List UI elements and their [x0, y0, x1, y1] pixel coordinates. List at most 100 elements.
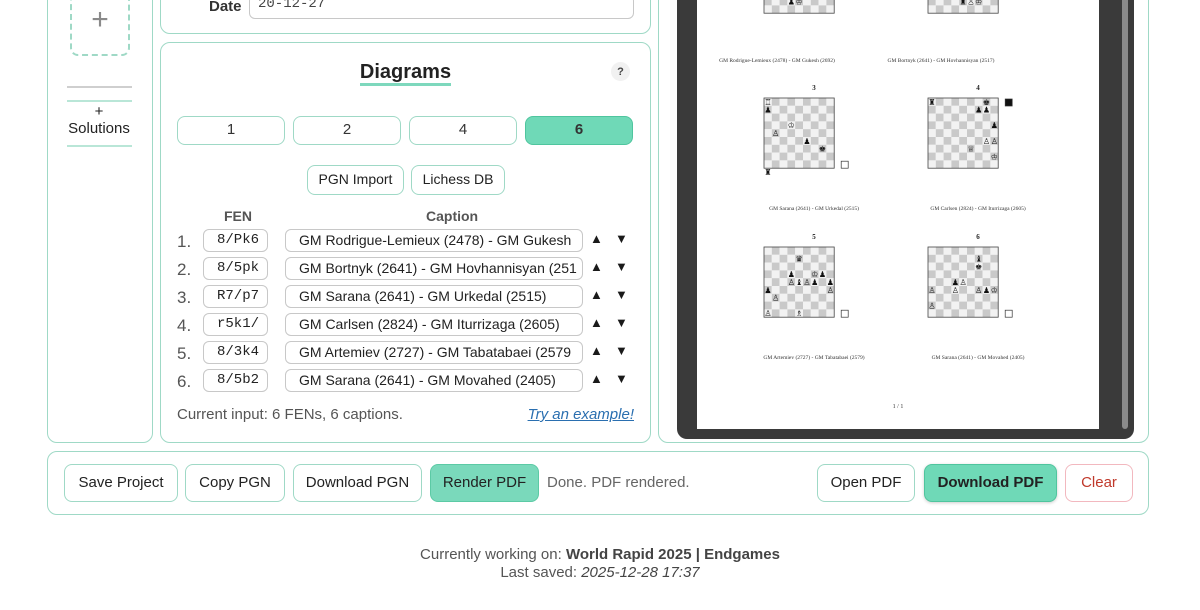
fen-input[interactable]: 8/5pk: [203, 257, 268, 280]
board-square: [935, 301, 944, 310]
fen-input[interactable]: 8/5b2: [203, 369, 268, 392]
board-square: [943, 113, 952, 122]
fen-input[interactable]: r5k1/: [203, 313, 268, 336]
caption-input[interactable]: GM Sarana (2641) - GM Urkedal (2515): [285, 285, 583, 308]
row-number: 5.: [177, 344, 192, 363]
count-button-4[interactable]: 4: [409, 116, 517, 145]
move-up-icon[interactable]: ▲: [590, 231, 603, 246]
caption-input[interactable]: GM Sarana (2641) - GM Movahed (2405): [285, 369, 583, 392]
board-square: [818, 98, 827, 106]
last-saved-line: Last saved: 2025-12-28 17:37: [0, 564, 1200, 582]
board-square: [795, 262, 803, 271]
pdf-viewer[interactable]: ♟♟♔♙♚♙♜♙♙♜♙♔♟♖♟♔♙♟♚♜♜♚♟♟♟♕♙♙♔♛♟♔♟♙♝♙♟♟♟♙…: [677, 0, 1134, 439]
board-square: [779, 262, 788, 271]
count-button-1[interactable]: 1: [177, 116, 285, 145]
add-solutions-button[interactable]: + Solutions: [66, 103, 132, 137]
board-square: [826, 254, 835, 263]
copy-pgn-button[interactable]: Copy PGN: [185, 464, 285, 502]
caption-input[interactable]: GM Artemiev (2727) - GM Tabatabaei (2579: [285, 341, 583, 364]
render-pdf-button[interactable]: Render PDF: [430, 464, 539, 502]
move-up-icon[interactable]: ▲: [590, 315, 603, 330]
board-square: [810, 160, 819, 169]
page-indicator: 1 / 1: [892, 404, 904, 410]
help-icon[interactable]: ?: [611, 62, 630, 81]
board-square: [818, 293, 827, 302]
board-square: [795, 5, 803, 14]
board-square: [967, 301, 975, 310]
board-square: [818, 301, 827, 310]
board-square: [928, 0, 936, 6]
board-square: [810, 309, 819, 318]
board-square: [771, 247, 780, 255]
sidebar-panel: + + Solutions: [47, 0, 153, 443]
board-square: [826, 160, 835, 169]
board-square: [935, 0, 944, 6]
count-button-2[interactable]: 2: [293, 116, 401, 145]
save-project-button[interactable]: Save Project: [64, 464, 178, 502]
board-square: [951, 301, 960, 310]
move-up-icon[interactable]: ▲: [590, 343, 603, 358]
download-pdf-button[interactable]: Download PDF: [924, 464, 1057, 502]
lichess-db-button[interactable]: Lichess DB: [411, 165, 505, 195]
move-down-icon[interactable]: ▼: [615, 315, 628, 330]
board-square: [779, 160, 788, 169]
chess-piece: ♙: [928, 301, 935, 310]
board-square: [803, 293, 811, 302]
board-square: [982, 160, 991, 169]
row-number: 4.: [177, 316, 192, 335]
board-square: [795, 152, 803, 161]
board-square: [810, 98, 819, 106]
move-up-icon[interactable]: ▲: [590, 371, 603, 386]
caption-input[interactable]: GM Rodrigue-Lemieux (2478) - GM Gukesh: [285, 229, 583, 252]
board-square: [990, 254, 999, 263]
board-square: [795, 98, 803, 106]
board-square: [928, 309, 936, 318]
board-square: [803, 0, 811, 6]
open-pdf-button[interactable]: Open PDF: [817, 464, 915, 502]
download-pgn-button[interactable]: Download PGN: [293, 464, 422, 502]
board-square: [779, 129, 788, 137]
caption-input[interactable]: GM Bortnyk (2641) - GM Hovhannisyan (251: [285, 257, 583, 280]
count-button-6[interactable]: 6: [525, 116, 633, 145]
pgn-import-button[interactable]: PGN Import: [307, 165, 404, 195]
board-square: [959, 309, 967, 318]
move-down-icon[interactable]: ▼: [615, 343, 628, 358]
board-square: [803, 98, 811, 106]
add-diagram-button[interactable]: +: [70, 0, 130, 56]
clear-button[interactable]: Clear: [1065, 464, 1133, 502]
chess-piece: ♔: [796, 0, 803, 6]
board-square: [951, 144, 960, 153]
move-down-icon[interactable]: ▼: [615, 287, 628, 302]
board-square: [935, 286, 944, 294]
board-square: [951, 113, 960, 122]
board-square: [771, 137, 780, 145]
board-square: [787, 137, 796, 145]
caption-input[interactable]: GM Carlsen (2824) - GM Iturrizaga (2605): [285, 313, 583, 336]
board-square: [951, 137, 960, 145]
board-square: [771, 309, 780, 318]
board-square: [803, 152, 811, 161]
board-square: [967, 247, 975, 255]
date-input[interactable]: 20-12-27: [249, 0, 634, 19]
move-up-icon[interactable]: ▲: [590, 259, 603, 274]
row-number: 3.: [177, 288, 192, 307]
chess-piece: ♜: [960, 0, 967, 6]
diagram-number: 5: [812, 233, 816, 241]
move-down-icon[interactable]: ▼: [615, 371, 628, 386]
move-up-icon[interactable]: ▲: [590, 287, 603, 302]
move-down-icon[interactable]: ▼: [615, 259, 628, 274]
board-square: [943, 247, 952, 255]
fen-input[interactable]: R7/p7: [203, 285, 268, 308]
viewer-scrollbar[interactable]: [1122, 0, 1128, 429]
chess-piece: ♙: [975, 286, 982, 295]
board-square: [951, 152, 960, 161]
fen-input[interactable]: 8/3k4: [203, 341, 268, 364]
try-example-link[interactable]: Try an example!: [528, 406, 634, 423]
chess-piece: ♟: [764, 286, 771, 295]
board-square: [935, 113, 944, 122]
fen-input[interactable]: 8/Pk6: [203, 229, 268, 252]
board-square: [990, 98, 999, 106]
board-square: [787, 254, 796, 263]
board-square: [935, 293, 944, 302]
move-down-icon[interactable]: ▼: [615, 231, 628, 246]
